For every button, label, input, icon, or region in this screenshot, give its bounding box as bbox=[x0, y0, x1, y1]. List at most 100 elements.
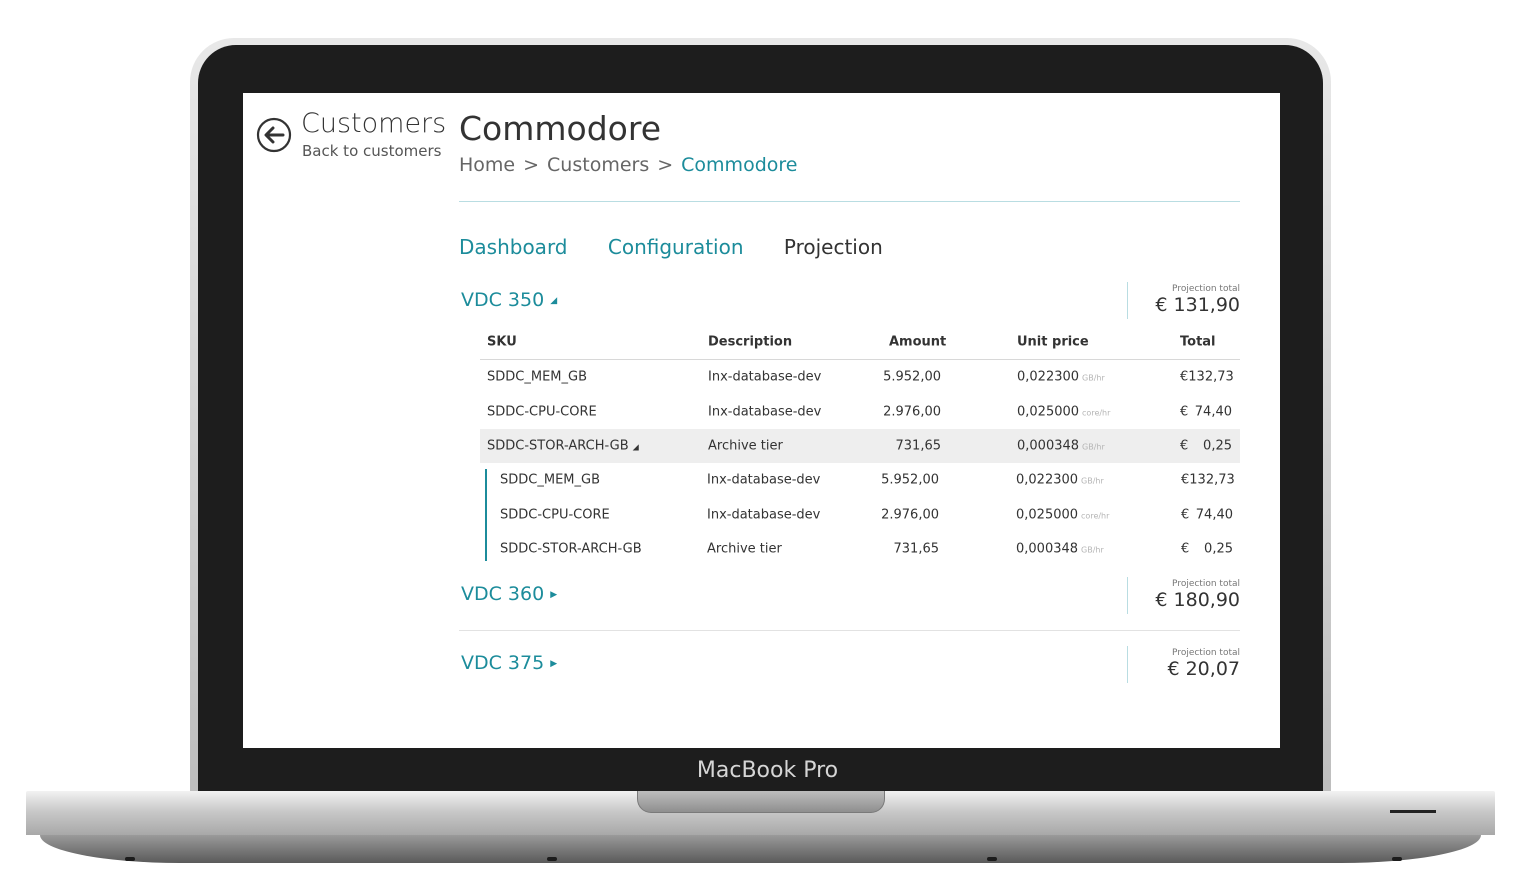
row-total: €0,25 bbox=[1180, 438, 1232, 454]
projection-total-label: Projection total bbox=[1172, 579, 1240, 589]
currency: € bbox=[1181, 541, 1190, 557]
row-total: €132,73 bbox=[1181, 472, 1235, 488]
projection-total-value: € 131,90 bbox=[1155, 294, 1240, 316]
table-subrow[interactable]: SDDC_MEM_GB Inx-database-dev 5.952,00 0,… bbox=[480, 463, 1240, 497]
laptop-foot bbox=[125, 857, 135, 861]
projection-total-label: Projection total bbox=[1172, 284, 1240, 294]
unit-price-value: 0,022300 bbox=[1017, 369, 1080, 385]
total-value: 0,25 bbox=[1204, 541, 1233, 557]
row-total: €74,40 bbox=[1180, 404, 1232, 420]
unit-price: 0,000348 GB/hr bbox=[1016, 542, 1104, 557]
amount: 2.976,00 bbox=[883, 404, 941, 420]
vdc-name: VDC 375 bbox=[461, 652, 545, 674]
laptop-foot bbox=[987, 857, 997, 861]
table-row[interactable]: SDDC-CPU-CORE Inx-database-dev 2.976,00 … bbox=[480, 394, 1240, 428]
tab-projection[interactable]: Projection bbox=[784, 235, 883, 259]
vdc-toggle-360[interactable]: VDC 360 ▶ bbox=[461, 583, 557, 605]
sku-value: SDDC-STOR-ARCH-GB bbox=[487, 438, 629, 454]
arrow-left-circle-icon[interactable] bbox=[256, 117, 292, 153]
currency: € bbox=[1181, 472, 1190, 488]
laptop-foot bbox=[1392, 857, 1402, 861]
collapsed-triangle-icon: ▶ bbox=[550, 658, 558, 669]
table-subrow[interactable]: SDDC-CPU-CORE Inx-database-dev 2.976,00 … bbox=[480, 498, 1240, 532]
row-total: €0,25 bbox=[1181, 541, 1233, 557]
unit-suffix: core/hr bbox=[1082, 408, 1111, 418]
projection-table: SKU Description Amount Unit price Total … bbox=[480, 325, 1240, 566]
sku: SDDC-CPU-CORE bbox=[487, 404, 597, 420]
app-screen: Customers Back to customers Commodore Ho… bbox=[243, 93, 1280, 748]
projection-total-360: Projection total € 180,90 bbox=[1127, 577, 1240, 614]
tab-configuration[interactable]: Configuration bbox=[608, 235, 744, 259]
amount: 5.952,00 bbox=[881, 472, 939, 488]
unit-price-value: 0,025000 bbox=[1016, 507, 1079, 523]
collapsed-triangle-icon: ▶ bbox=[550, 589, 558, 600]
projection-total-value: € 180,90 bbox=[1155, 589, 1240, 611]
section-divider bbox=[459, 630, 1240, 631]
unit-suffix: core/hr bbox=[1081, 511, 1110, 521]
unit-price-value: 0,025000 bbox=[1017, 404, 1080, 420]
table-header: SKU Description Amount Unit price Total bbox=[480, 325, 1240, 360]
vdc-name: VDC 350 bbox=[461, 289, 545, 311]
breadcrumb-separator: > bbox=[523, 154, 540, 176]
breadcrumb-customers[interactable]: Customers bbox=[547, 154, 649, 176]
back-title[interactable]: Customers bbox=[301, 108, 446, 139]
sku: SDDC_MEM_GB bbox=[500, 472, 600, 488]
description: Inx-database-dev bbox=[708, 404, 822, 420]
total-value: 74,40 bbox=[1195, 507, 1233, 523]
unit-suffix: GB/hr bbox=[1082, 442, 1105, 452]
total-value: 0,25 bbox=[1203, 438, 1232, 454]
header-amount[interactable]: Amount bbox=[889, 335, 950, 350]
table-subrow[interactable]: SDDC-STOR-ARCH-GB Archive tier 731,65 0,… bbox=[480, 532, 1240, 566]
description: Archive tier bbox=[708, 438, 783, 454]
currency: € bbox=[1181, 507, 1190, 523]
breadcrumb-home[interactable]: Home bbox=[459, 154, 515, 176]
vdc-toggle-375[interactable]: VDC 375 ▶ bbox=[461, 652, 557, 674]
header-total[interactable]: Total bbox=[1180, 335, 1230, 350]
laptop-base-bottom bbox=[40, 835, 1481, 863]
vdc-toggle-350[interactable]: VDC 350 ◢ bbox=[461, 289, 557, 311]
amount: 731,65 bbox=[893, 541, 940, 557]
page-title: Commodore bbox=[459, 109, 661, 148]
row-total: €132,73 bbox=[1180, 369, 1234, 385]
header-description[interactable]: Description bbox=[708, 335, 792, 350]
currency: € bbox=[1180, 438, 1189, 454]
row-total: €74,40 bbox=[1181, 507, 1233, 523]
tab-bar: Dashboard Configuration Projection bbox=[459, 235, 917, 259]
breadcrumb: Home > Customers > Commodore bbox=[459, 154, 797, 176]
sleep-indicator bbox=[1390, 810, 1436, 813]
currency: € bbox=[1180, 369, 1189, 385]
unit-price-value: 0,022300 bbox=[1016, 472, 1079, 488]
breadcrumb-separator: > bbox=[657, 154, 674, 176]
description: Inx-database-dev bbox=[707, 507, 821, 523]
projection-total-375: Projection total € 20,07 bbox=[1127, 646, 1240, 683]
table-row[interactable]: SDDC_MEM_GB Inx-database-dev 5.952,00 0,… bbox=[480, 360, 1240, 394]
description: Archive tier bbox=[707, 541, 782, 557]
breadcrumb-current: Commodore bbox=[681, 154, 798, 176]
expanded-triangle-icon[interactable]: ◢ bbox=[633, 442, 639, 451]
sku: SDDC-STOR-ARCH-GB bbox=[500, 541, 642, 557]
header-sku[interactable]: SKU bbox=[487, 335, 517, 350]
total-value: 132,73 bbox=[1189, 472, 1235, 488]
subrow-indicator-line bbox=[485, 469, 487, 561]
sku: SDDC-CPU-CORE bbox=[500, 507, 610, 523]
total-value: 132,73 bbox=[1188, 369, 1234, 385]
unit-suffix: GB/hr bbox=[1081, 476, 1104, 486]
device-label: MacBook Pro bbox=[696, 758, 839, 783]
currency: € bbox=[1180, 404, 1189, 420]
unit-suffix: GB/hr bbox=[1081, 545, 1104, 555]
tab-dashboard[interactable]: Dashboard bbox=[459, 235, 568, 259]
vdc-name: VDC 360 bbox=[461, 583, 545, 605]
unit-price: 0,022300 GB/hr bbox=[1017, 370, 1105, 385]
amount: 5.952,00 bbox=[883, 369, 941, 385]
header-divider bbox=[459, 201, 1240, 202]
unit-price: 0,000348 GB/hr bbox=[1017, 438, 1105, 453]
back-subtitle[interactable]: Back to customers bbox=[302, 142, 441, 160]
table-row-selected[interactable]: SDDC-STOR-ARCH-GB ◢ Archive tier 731,65 0… bbox=[480, 428, 1240, 464]
projection-total-350: Projection total € 131,90 bbox=[1127, 282, 1240, 319]
header-unit-price[interactable]: Unit price bbox=[1017, 335, 1089, 350]
amount: 2.976,00 bbox=[881, 507, 939, 523]
projection-total-value: € 20,07 bbox=[1167, 658, 1240, 680]
lid-opening-notch bbox=[637, 791, 885, 813]
total-value: 74,40 bbox=[1194, 404, 1232, 420]
sku: SDDC_MEM_GB bbox=[487, 369, 587, 385]
